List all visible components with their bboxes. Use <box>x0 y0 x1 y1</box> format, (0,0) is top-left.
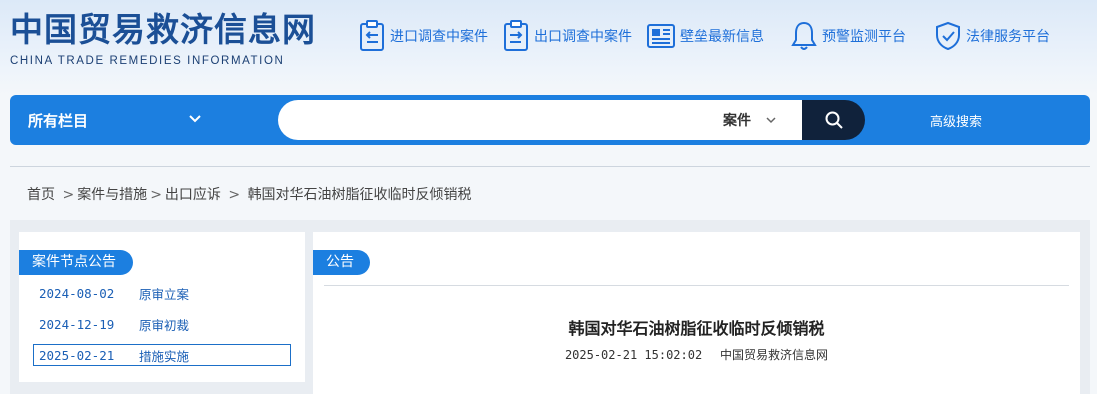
nav-barrier-news[interactable]: 壁垒最新信息 <box>646 18 790 54</box>
breadcrumb-home[interactable]: 首页 <box>27 187 55 203</box>
breadcrumb-current: 韩国对华石油树脂征收临时反倾销税 <box>247 187 472 203</box>
case-node-name: 原审立案 <box>139 286 190 302</box>
breadcrumb-sep: > <box>223 187 245 203</box>
clipboard-in-icon <box>360 20 384 51</box>
case-node-name: 措施实施 <box>139 348 190 364</box>
shield-check-icon <box>936 21 960 51</box>
nav-warning-platform[interactable]: 预警监测平台 <box>790 18 934 54</box>
category-select-label: 所有栏目 <box>28 111 89 130</box>
search-button[interactable] <box>802 100 865 140</box>
announcement-tab: 公告 <box>313 250 370 275</box>
case-node-item[interactable]: 2024-12-19 原审初裁 <box>33 313 291 335</box>
article-meta: 2025-02-21 15:02:02 中国贸易救济信息网 <box>313 346 1080 363</box>
search-icon <box>825 111 843 129</box>
chevron-down-icon <box>189 115 201 123</box>
nav-import-cases[interactable]: 进口调查中案件 <box>358 18 502 54</box>
breadcrumb-level1[interactable]: 案件与措施 <box>77 187 147 203</box>
case-node-date: 2024-08-02 <box>39 285 115 301</box>
article-datetime: 2025-02-21 15:02:02 <box>564 348 703 362</box>
article-title: 韩国对华石油树脂征收临时反倾销税 <box>568 319 825 338</box>
top-nav: 进口调查中案件 出口调查中案件 壁垒最新信息 预警监测平台 法律服务平台 <box>358 18 1064 54</box>
nav-label: 预警监测平台 <box>822 29 906 45</box>
case-node-item-active[interactable]: 2025-02-21 措施实施 <box>33 344 291 366</box>
bell-icon <box>791 21 817 50</box>
nav-legal-service[interactable]: 法律服务平台 <box>934 18 1064 54</box>
case-node-date: 2025-02-21 <box>39 347 115 363</box>
advanced-search-link[interactable]: 高级搜索 <box>930 111 982 130</box>
search-bar: 所有栏目 案件 高级搜索 <box>10 95 1090 145</box>
case-node-list: 2024-08-02 原审立案 2024-12-19 原审初裁 2025-02-… <box>33 282 291 375</box>
chevron-down-icon <box>766 117 776 124</box>
case-node-name: 原审初裁 <box>139 317 190 333</box>
nav-label: 壁垒最新信息 <box>680 29 764 45</box>
nav-label: 法律服务平台 <box>966 29 1050 45</box>
type-select[interactable]: 案件 <box>723 100 803 140</box>
news-icon <box>647 24 675 48</box>
nav-label: 进口调查中案件 <box>390 29 488 45</box>
breadcrumb-level2[interactable]: 出口应诉 <box>165 187 221 203</box>
divider <box>10 166 1090 167</box>
divider <box>324 285 1069 286</box>
article-source: 中国贸易救济信息网 <box>720 348 829 362</box>
search-input[interactable] <box>298 108 698 132</box>
logo-title-en: CHINA TRADE REMEDIES INFORMATION <box>10 55 285 67</box>
type-select-label: 案件 <box>723 113 751 129</box>
case-node-item[interactable]: 2024-08-02 原审立案 <box>33 282 291 304</box>
breadcrumb-sep: > <box>58 187 75 203</box>
announcement-panel: 公告 韩国对华石油树脂征收临时反倾销税 2025-02-21 15:02:02 … <box>313 232 1080 394</box>
case-nodes-tab: 案件节点公告 <box>19 250 133 275</box>
site-logo[interactable]: 中国贸易救济信息网 CHINA TRADE REMEDIES INFORMATI… <box>10 10 316 68</box>
breadcrumb: 首页 > 案件与措施 > 出口应诉 > 韩国对华石油树脂征收临时反倾销税 <box>27 184 472 204</box>
category-select[interactable]: 所有栏目 <box>10 95 230 145</box>
nav-label: 出口调查中案件 <box>534 29 632 45</box>
case-nodes-panel: 案件节点公告 2024-08-02 原审立案 2024-12-19 原审初裁 2… <box>19 232 305 382</box>
breadcrumb-sep: > <box>150 187 162 203</box>
case-node-date: 2024-12-19 <box>39 316 115 332</box>
clipboard-out-icon <box>504 20 528 51</box>
search-box: 案件 <box>278 100 803 140</box>
logo-title-cn: 中国贸易救济信息网 <box>10 10 316 49</box>
nav-export-cases[interactable]: 出口调查中案件 <box>502 18 646 54</box>
